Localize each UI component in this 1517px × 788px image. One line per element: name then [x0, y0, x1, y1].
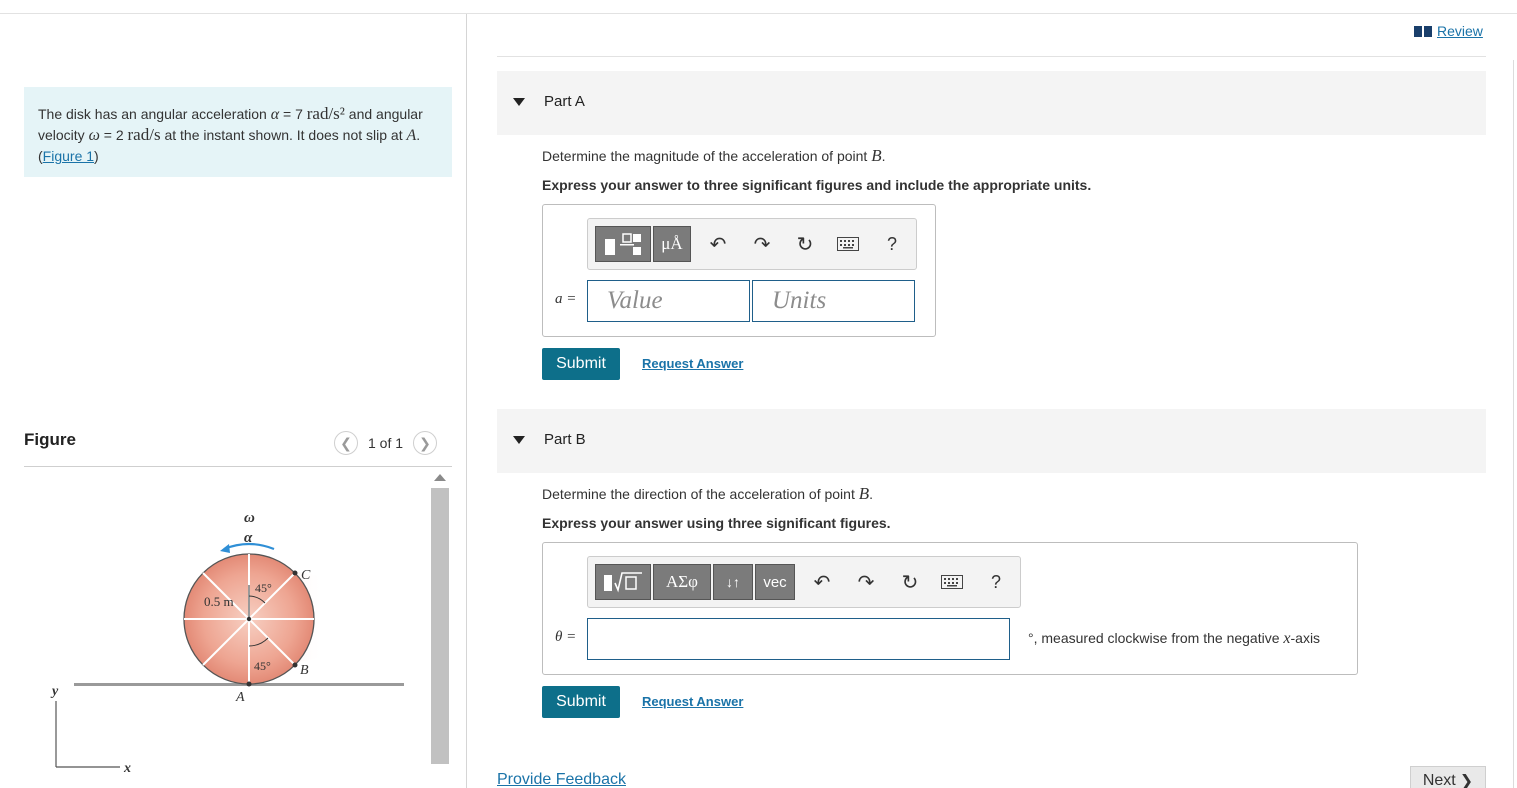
- point-c-dot: [292, 570, 298, 576]
- scroll-up-arrow[interactable]: [434, 474, 446, 481]
- omega-unit: rad/s: [127, 125, 161, 144]
- angle-label-bottom: 45°: [254, 659, 271, 673]
- units-button[interactable]: μÅ: [653, 226, 691, 262]
- help-icon[interactable]: ?: [984, 570, 1008, 594]
- problem-text: The disk has an angular acceleration: [38, 106, 271, 122]
- problem-text: at the instant shown. It does not slip a…: [160, 127, 407, 143]
- provide-feedback-link[interactable]: Provide Feedback: [497, 771, 626, 788]
- radius-label: 0.5 m: [204, 594, 234, 609]
- alpha-label: α: [244, 530, 253, 546]
- part-a-instruction: Express your answer to three significant…: [542, 177, 1092, 193]
- part-a-header[interactable]: Part A: [497, 71, 1486, 135]
- next-button[interactable]: Next ❯: [1410, 766, 1486, 788]
- prev-figure-button[interactable]: ❮: [334, 431, 358, 455]
- angle-unit-note: °, measured clockwise from the negative …: [1028, 630, 1321, 647]
- page-scroll-track: [1513, 60, 1514, 788]
- collapse-triangle-icon: [513, 98, 525, 106]
- collapse-triangle-icon: [513, 436, 525, 444]
- alpha-value: = 7: [279, 106, 307, 122]
- point-a-dot: [246, 681, 252, 687]
- point-b-dot: [292, 662, 298, 668]
- vector-button[interactable]: vec: [755, 564, 795, 600]
- alpha-unit: rad/s²: [306, 104, 345, 123]
- undo-icon[interactable]: ↶: [810, 570, 834, 594]
- angle-label-top: 45°: [255, 581, 272, 595]
- figure-image: ω α 0.5 m 45° 45° C B A y x: [24, 467, 428, 776]
- reset-icon[interactable]: ↻: [898, 570, 922, 594]
- point-a-symbol: A: [406, 127, 417, 144]
- templates-button[interactable]: [595, 226, 651, 262]
- scroll-thumb[interactable]: [431, 488, 449, 764]
- omega-label: ω: [244, 510, 255, 526]
- templates-button[interactable]: [595, 564, 651, 600]
- point-c-label: C: [301, 568, 311, 583]
- omega-value: = 2: [99, 127, 128, 143]
- templates-icon: [604, 572, 642, 593]
- problem-text: ): [94, 148, 99, 164]
- part-a-submit-button[interactable]: Submit: [542, 348, 620, 380]
- figure-title: Figure: [24, 430, 76, 449]
- review-link[interactable]: Review: [1414, 23, 1483, 39]
- part-b-instruction: Express your answer using three signific…: [542, 515, 891, 531]
- x-axis-label: x: [123, 761, 131, 774]
- next-label: Next: [1422, 772, 1456, 788]
- reset-icon[interactable]: ↻: [793, 232, 817, 256]
- part-a-toolbar: μÅ ↶ ↷ ↻ ?: [587, 218, 917, 270]
- part-b-title: Part B: [544, 431, 586, 448]
- keyboard-icon[interactable]: [836, 232, 860, 256]
- alpha-symbol: α: [270, 106, 280, 123]
- part-a-question: Determine the magnitude of the accelerat…: [542, 146, 886, 165]
- part-b-answer-box: ΑΣφ ↓↑ vec ↶ ↷ ↻ ? θ =: [542, 542, 1358, 675]
- figure-page-indicator: 1 of 1: [368, 435, 404, 451]
- problem-statement: The disk has an angular acceleration α =…: [24, 87, 452, 177]
- value-input[interactable]: Value: [587, 280, 750, 322]
- figure-scrollbar[interactable]: [430, 474, 450, 774]
- center-dot: [246, 616, 252, 622]
- part-b-toolbar: ΑΣφ ↓↑ vec ↶ ↷ ↻ ?: [587, 556, 1021, 608]
- part-a-variable-label: a =: [555, 291, 577, 307]
- keyboard-icon[interactable]: [940, 570, 964, 594]
- omega-symbol: ω: [88, 127, 100, 144]
- greek-symbols-button[interactable]: ΑΣφ: [653, 564, 711, 600]
- rotation-arrowhead: [220, 544, 230, 553]
- right-top-divider: [497, 56, 1486, 57]
- redo-icon[interactable]: ↷: [854, 570, 878, 594]
- review-label: Review: [1437, 23, 1483, 39]
- part-b-variable-label: θ =: [555, 629, 577, 645]
- part-b-request-answer-link[interactable]: Request Answer: [642, 694, 743, 709]
- disk-diagram: ω α 0.5 m 45° 45° C B A y x: [50, 510, 404, 776]
- help-icon[interactable]: ?: [880, 232, 904, 256]
- next-figure-button[interactable]: ❯: [413, 431, 438, 455]
- part-a-answer-box: μÅ ↶ ↷ ↻ ? a = Value Units: [542, 204, 936, 337]
- part-b-question: Determine the direction of the accelerat…: [542, 484, 874, 503]
- point-b-label: B: [300, 663, 309, 678]
- part-b-header[interactable]: Part B: [497, 409, 1486, 473]
- top-divider: [0, 13, 1517, 14]
- part-b-submit-button[interactable]: Submit: [542, 686, 620, 718]
- templates-icon: [605, 233, 641, 255]
- redo-icon[interactable]: ↷: [750, 232, 774, 256]
- point-a-label: A: [235, 690, 245, 705]
- part-a-title: Part A: [544, 93, 585, 110]
- book-icon: [1414, 25, 1432, 37]
- undo-icon[interactable]: ↶: [706, 232, 730, 256]
- panel-divider: [466, 14, 467, 788]
- part-a-request-answer-link[interactable]: Request Answer: [642, 356, 743, 371]
- y-axis-label: y: [50, 684, 59, 699]
- arrows-button[interactable]: ↓↑: [713, 564, 753, 600]
- figure-link[interactable]: Figure 1: [43, 148, 94, 164]
- units-input[interactable]: Units: [752, 280, 915, 322]
- angle-input[interactable]: [587, 618, 1010, 660]
- figure-pager: ❮ 1 of 1 ❯: [334, 431, 438, 455]
- chevron-right-icon: ❯: [1459, 773, 1474, 788]
